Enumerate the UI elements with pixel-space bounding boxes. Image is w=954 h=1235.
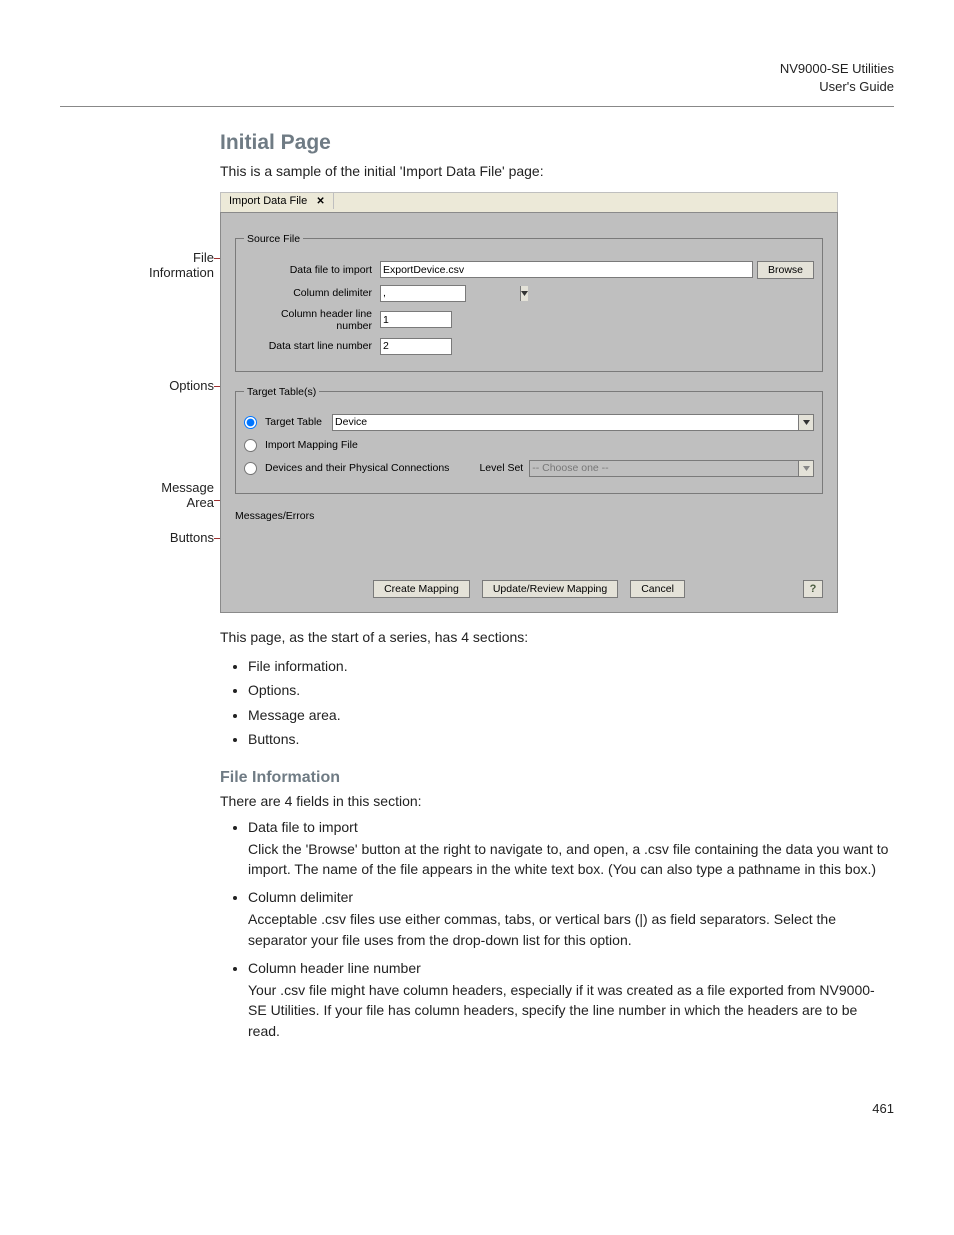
browse-button[interactable]: Browse [757,261,814,279]
cancel-button[interactable]: Cancel [630,580,685,598]
fieldset-source-file: Source File Data file to import Browse C… [235,233,823,372]
page-number: 461 [60,1101,894,1116]
chevron-down-icon[interactable] [798,415,813,430]
messages-label: Messages/Errors [235,510,314,522]
list-item: Buttons. [248,728,890,750]
callout-options: Options [169,378,214,393]
button-bar: Create Mapping Update/Review Mapping Can… [235,580,823,598]
help-icon[interactable]: ? [803,580,823,598]
radio-devices-phys[interactable] [244,462,257,475]
radio-import-mapping[interactable] [244,439,257,452]
item-title: Column delimiter [248,889,353,905]
item-body: Your .csv file might have column headers… [248,980,890,1041]
target-table-value[interactable] [333,415,798,430]
label-import-mapping: Import Mapping File [265,439,358,451]
list-item: Message area. [248,704,890,726]
update-review-mapping-button[interactable]: Update/Review Mapping [482,580,618,598]
callout-message-area: Message Area [161,480,214,511]
list-item: Column header line number Your .csv file… [248,960,890,1041]
tab-import-data-file[interactable]: Import Data File ✕ [221,193,334,209]
list-item: Column delimiter Acceptable .csv files u… [248,889,890,950]
data-file-input[interactable] [380,261,753,278]
heading-file-information: File Information [220,769,890,787]
sections-list: File information. Options. Message area.… [220,655,890,751]
target-table-combo[interactable] [332,414,814,431]
close-icon[interactable]: ✕ [316,196,324,207]
callout-buttons: Buttons [170,530,214,545]
radio-target-table[interactable] [244,416,257,429]
list-item: Data file to import Click the 'Browse' b… [248,819,890,880]
delimiter-value[interactable] [381,286,520,301]
after-figure-text: This page, as the start of a series, has… [220,627,890,647]
header-doc: User's Guide [60,78,894,96]
item-body: Click the 'Browse' button at the right t… [248,839,890,880]
list-item: File information. [248,655,890,677]
chevron-down-icon[interactable] [798,461,813,476]
level-set-combo[interactable] [529,460,814,477]
label-data-start: Data start line number [244,340,376,352]
delimiter-combo[interactable] [380,285,466,302]
tab-strip: Import Data File ✕ [220,192,838,212]
header-rule [60,106,894,107]
level-set-value [530,461,798,476]
panel: Source File Data file to import Browse C… [220,212,838,613]
item-title: Data file to import [248,819,358,835]
label-level-set: Level Set [479,462,523,474]
create-mapping-button[interactable]: Create Mapping [373,580,470,598]
label-delimiter: Column delimiter [244,287,376,299]
chevron-down-icon[interactable] [520,286,528,301]
fieldset-target-tables: Target Table(s) Target Table [235,386,823,494]
legend-target-tables: Target Table(s) [244,386,319,398]
label-target-table: Target Table [265,416,322,428]
file-info-intro: There are 4 fields in this section: [220,791,890,811]
header-line-input[interactable] [380,311,452,328]
app-window: Import Data File ✕ Source File Data file… [220,192,838,613]
item-title: Column header line number [248,960,421,976]
messages-errors-area: Messages/Errors [235,508,823,552]
label-data-file: Data file to import [244,264,376,276]
intro-text: This is a sample of the initial 'Import … [220,161,890,181]
label-header-line: Column header line number [244,308,376,332]
heading-initial-page: Initial Page [220,131,890,155]
tab-label: Import Data File [229,195,307,207]
header-product: NV9000-SE Utilities [60,60,894,78]
label-devices-phys: Devices and their Physical Connections [265,462,449,474]
file-info-list: Data file to import Click the 'Browse' b… [220,819,890,1041]
data-start-input[interactable] [380,338,452,355]
list-item: Options. [248,679,890,701]
legend-source-file: Source File [244,233,303,245]
callout-file-info: File Information [149,250,214,281]
item-body: Acceptable .csv files use either commas,… [248,909,890,950]
